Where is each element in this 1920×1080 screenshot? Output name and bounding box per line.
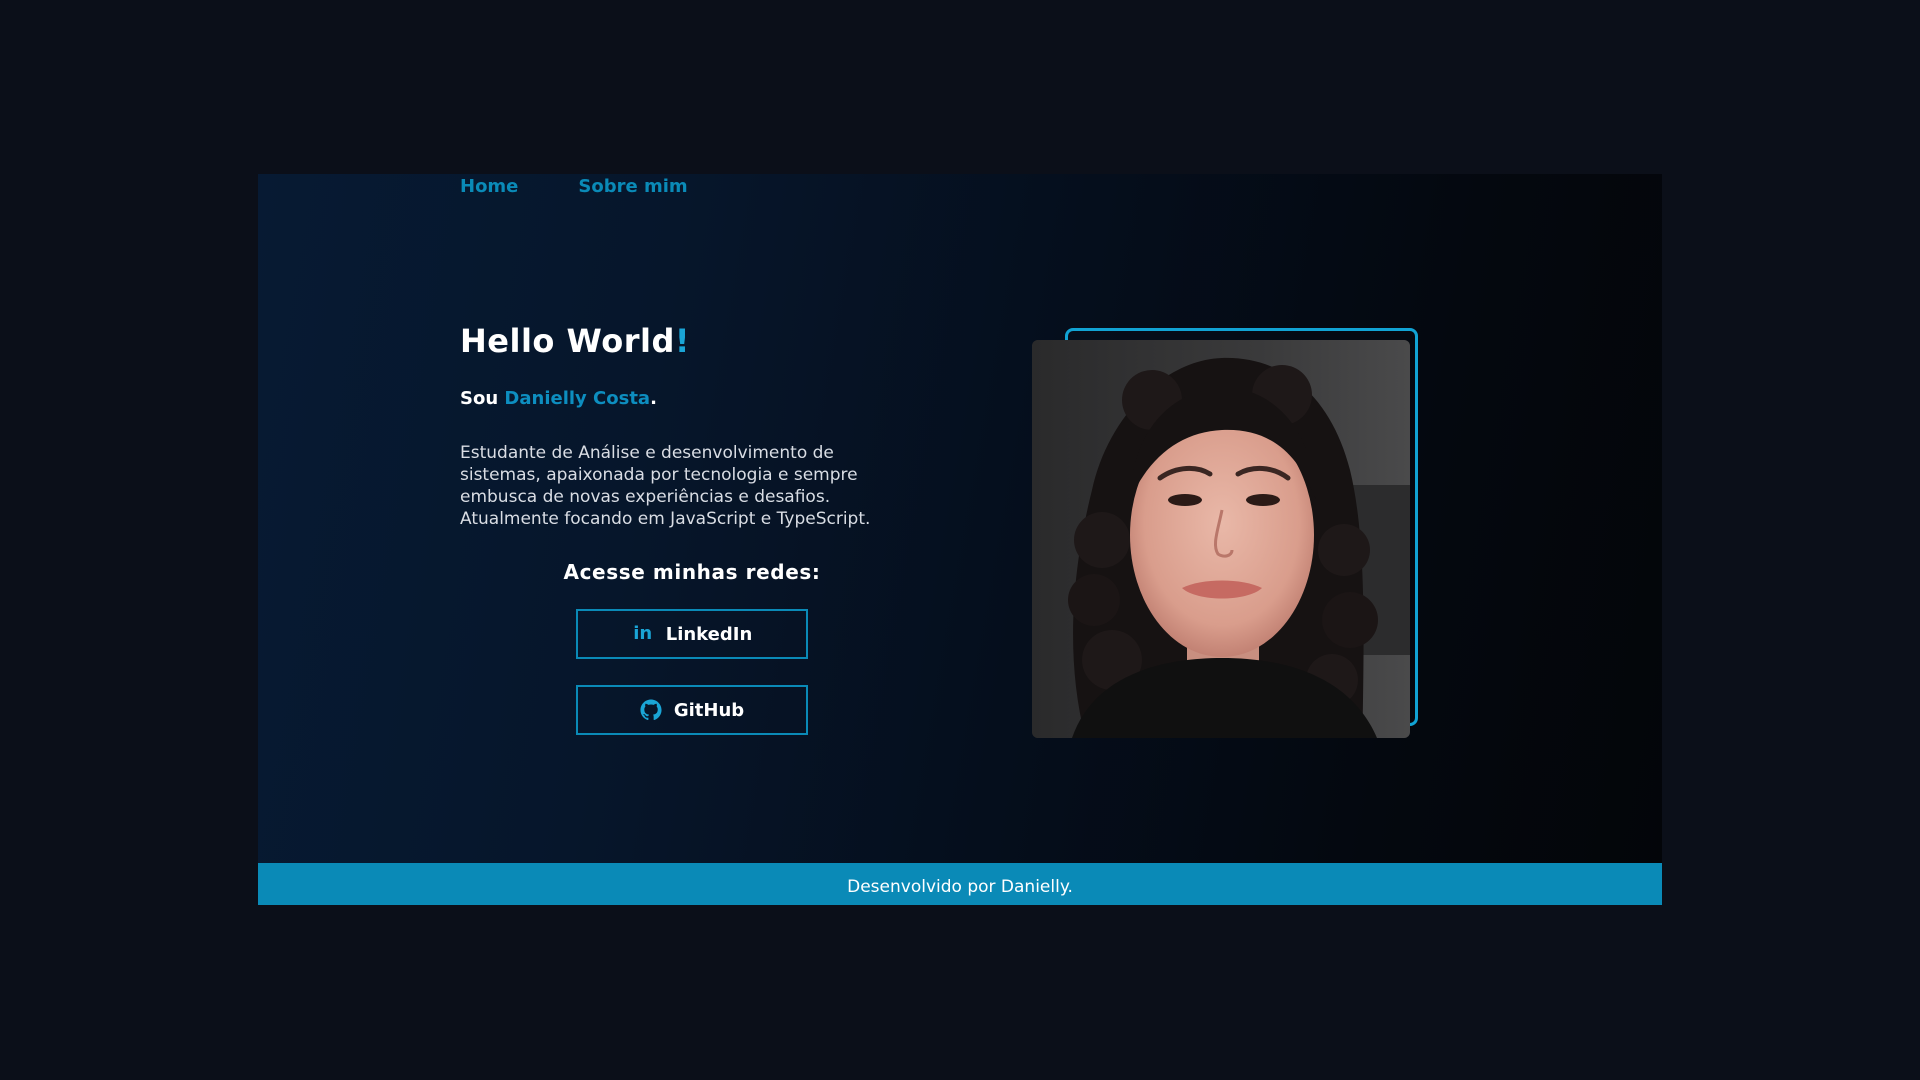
footer: Desenvolvido por Danielly.: [258, 863, 1662, 905]
footer-text: Desenvolvido por Danielly.: [847, 877, 1073, 897]
github-label: GitHub: [673, 699, 745, 721]
top-nav: Home Sobre mim: [460, 176, 688, 197]
intro-line: Sou Danielly Costa.: [460, 388, 657, 409]
linkedin-button[interactable]: in LinkedIn: [576, 609, 808, 659]
hero-title: Hello World!: [460, 322, 690, 360]
nav-home-link[interactable]: Home: [460, 176, 518, 197]
hero-title-text: Hello World: [460, 322, 675, 360]
profile-photo: [1032, 340, 1410, 738]
github-icon: [640, 699, 662, 721]
page: Home Sobre mim Hello World! Sou Danielly…: [0, 0, 1920, 1080]
site-frame: Home Sobre mim Hello World! Sou Danielly…: [258, 174, 1662, 905]
social-heading: Acesse minhas redes:: [563, 560, 821, 584]
linkedin-icon: in: [633, 623, 653, 644]
intro-suffix: .: [650, 388, 657, 409]
profile-photo-card: [1032, 328, 1418, 738]
github-button[interactable]: GitHub: [576, 685, 808, 735]
nav-about-link[interactable]: Sobre mim: [578, 176, 687, 197]
linkedin-label: LinkedIn: [665, 623, 753, 645]
hero-title-accent: !: [674, 322, 690, 360]
about-description: Estudante de Análise e desenvolvimento d…: [460, 443, 871, 529]
intro-name: Danielly Costa: [504, 388, 651, 409]
intro-prefix: Sou: [460, 388, 505, 409]
